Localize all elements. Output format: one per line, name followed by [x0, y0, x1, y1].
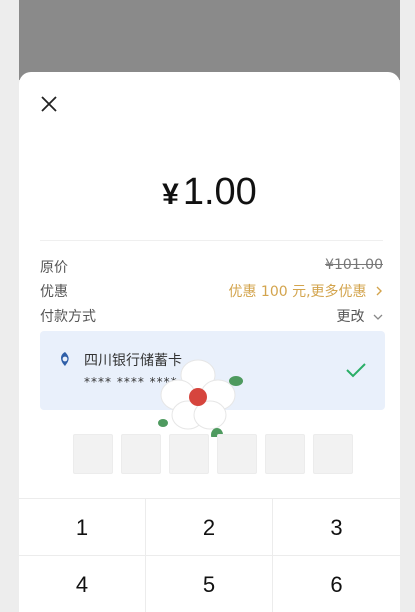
- key-2[interactable]: 2: [146, 499, 273, 556]
- currency-symbol: ¥: [162, 178, 179, 211]
- pin-box: [313, 434, 353, 474]
- bank-logo-icon: [61, 352, 69, 366]
- check-icon: [346, 363, 366, 378]
- amount-value: 1.00: [182, 171, 257, 213]
- card-number: **** **** ****: [84, 375, 178, 389]
- original-price-value: ¥101.00: [325, 257, 383, 273]
- pin-input[interactable]: [73, 434, 353, 474]
- chevron-down-icon: [373, 314, 383, 320]
- original-price-row: 原价 ¥101.00: [40, 257, 383, 279]
- key-4[interactable]: 4: [19, 556, 146, 612]
- pin-box: [265, 434, 305, 474]
- key-5[interactable]: 5: [146, 556, 273, 612]
- close-icon[interactable]: [39, 94, 59, 114]
- right-backdrop: [400, 0, 415, 612]
- pin-box: [169, 434, 209, 474]
- change-label: 更改: [336, 309, 365, 325]
- discount-label: 优惠: [40, 284, 68, 300]
- pin-box: [73, 434, 113, 474]
- bank-name: 四川银行储蓄卡: [84, 353, 182, 369]
- selected-card[interactable]: 四川银行储蓄卡 **** **** ****: [40, 331, 385, 437]
- payment-sheet: ¥1.00 原价 ¥101.00 优惠 优惠 100 元,更多优惠 付款方式 更…: [19, 72, 400, 612]
- discount-value: 优惠 100 元,更多优惠: [228, 284, 367, 300]
- payment-method-row: 付款方式 更改: [40, 306, 383, 328]
- left-backdrop: [0, 0, 19, 612]
- key-3[interactable]: 3: [273, 499, 400, 556]
- original-price-label: 原价: [40, 260, 68, 276]
- pin-box: [217, 434, 257, 474]
- dimmed-background: [19, 0, 400, 80]
- pin-box: [121, 434, 161, 474]
- change-payment-button[interactable]: 更改: [337, 306, 383, 326]
- discount-link[interactable]: 优惠 100 元,更多优惠: [228, 281, 383, 301]
- discount-row[interactable]: 优惠 优惠 100 元,更多优惠: [40, 281, 383, 303]
- key-6[interactable]: 6: [273, 556, 400, 612]
- divider: [40, 240, 383, 241]
- payment-method-label: 付款方式: [40, 309, 96, 325]
- key-1[interactable]: 1: [19, 499, 146, 556]
- numeric-keypad: 1 2 3 4 5 6: [19, 498, 400, 612]
- payment-amount: ¥1.00: [19, 171, 400, 214]
- chevron-right-icon: [376, 286, 382, 296]
